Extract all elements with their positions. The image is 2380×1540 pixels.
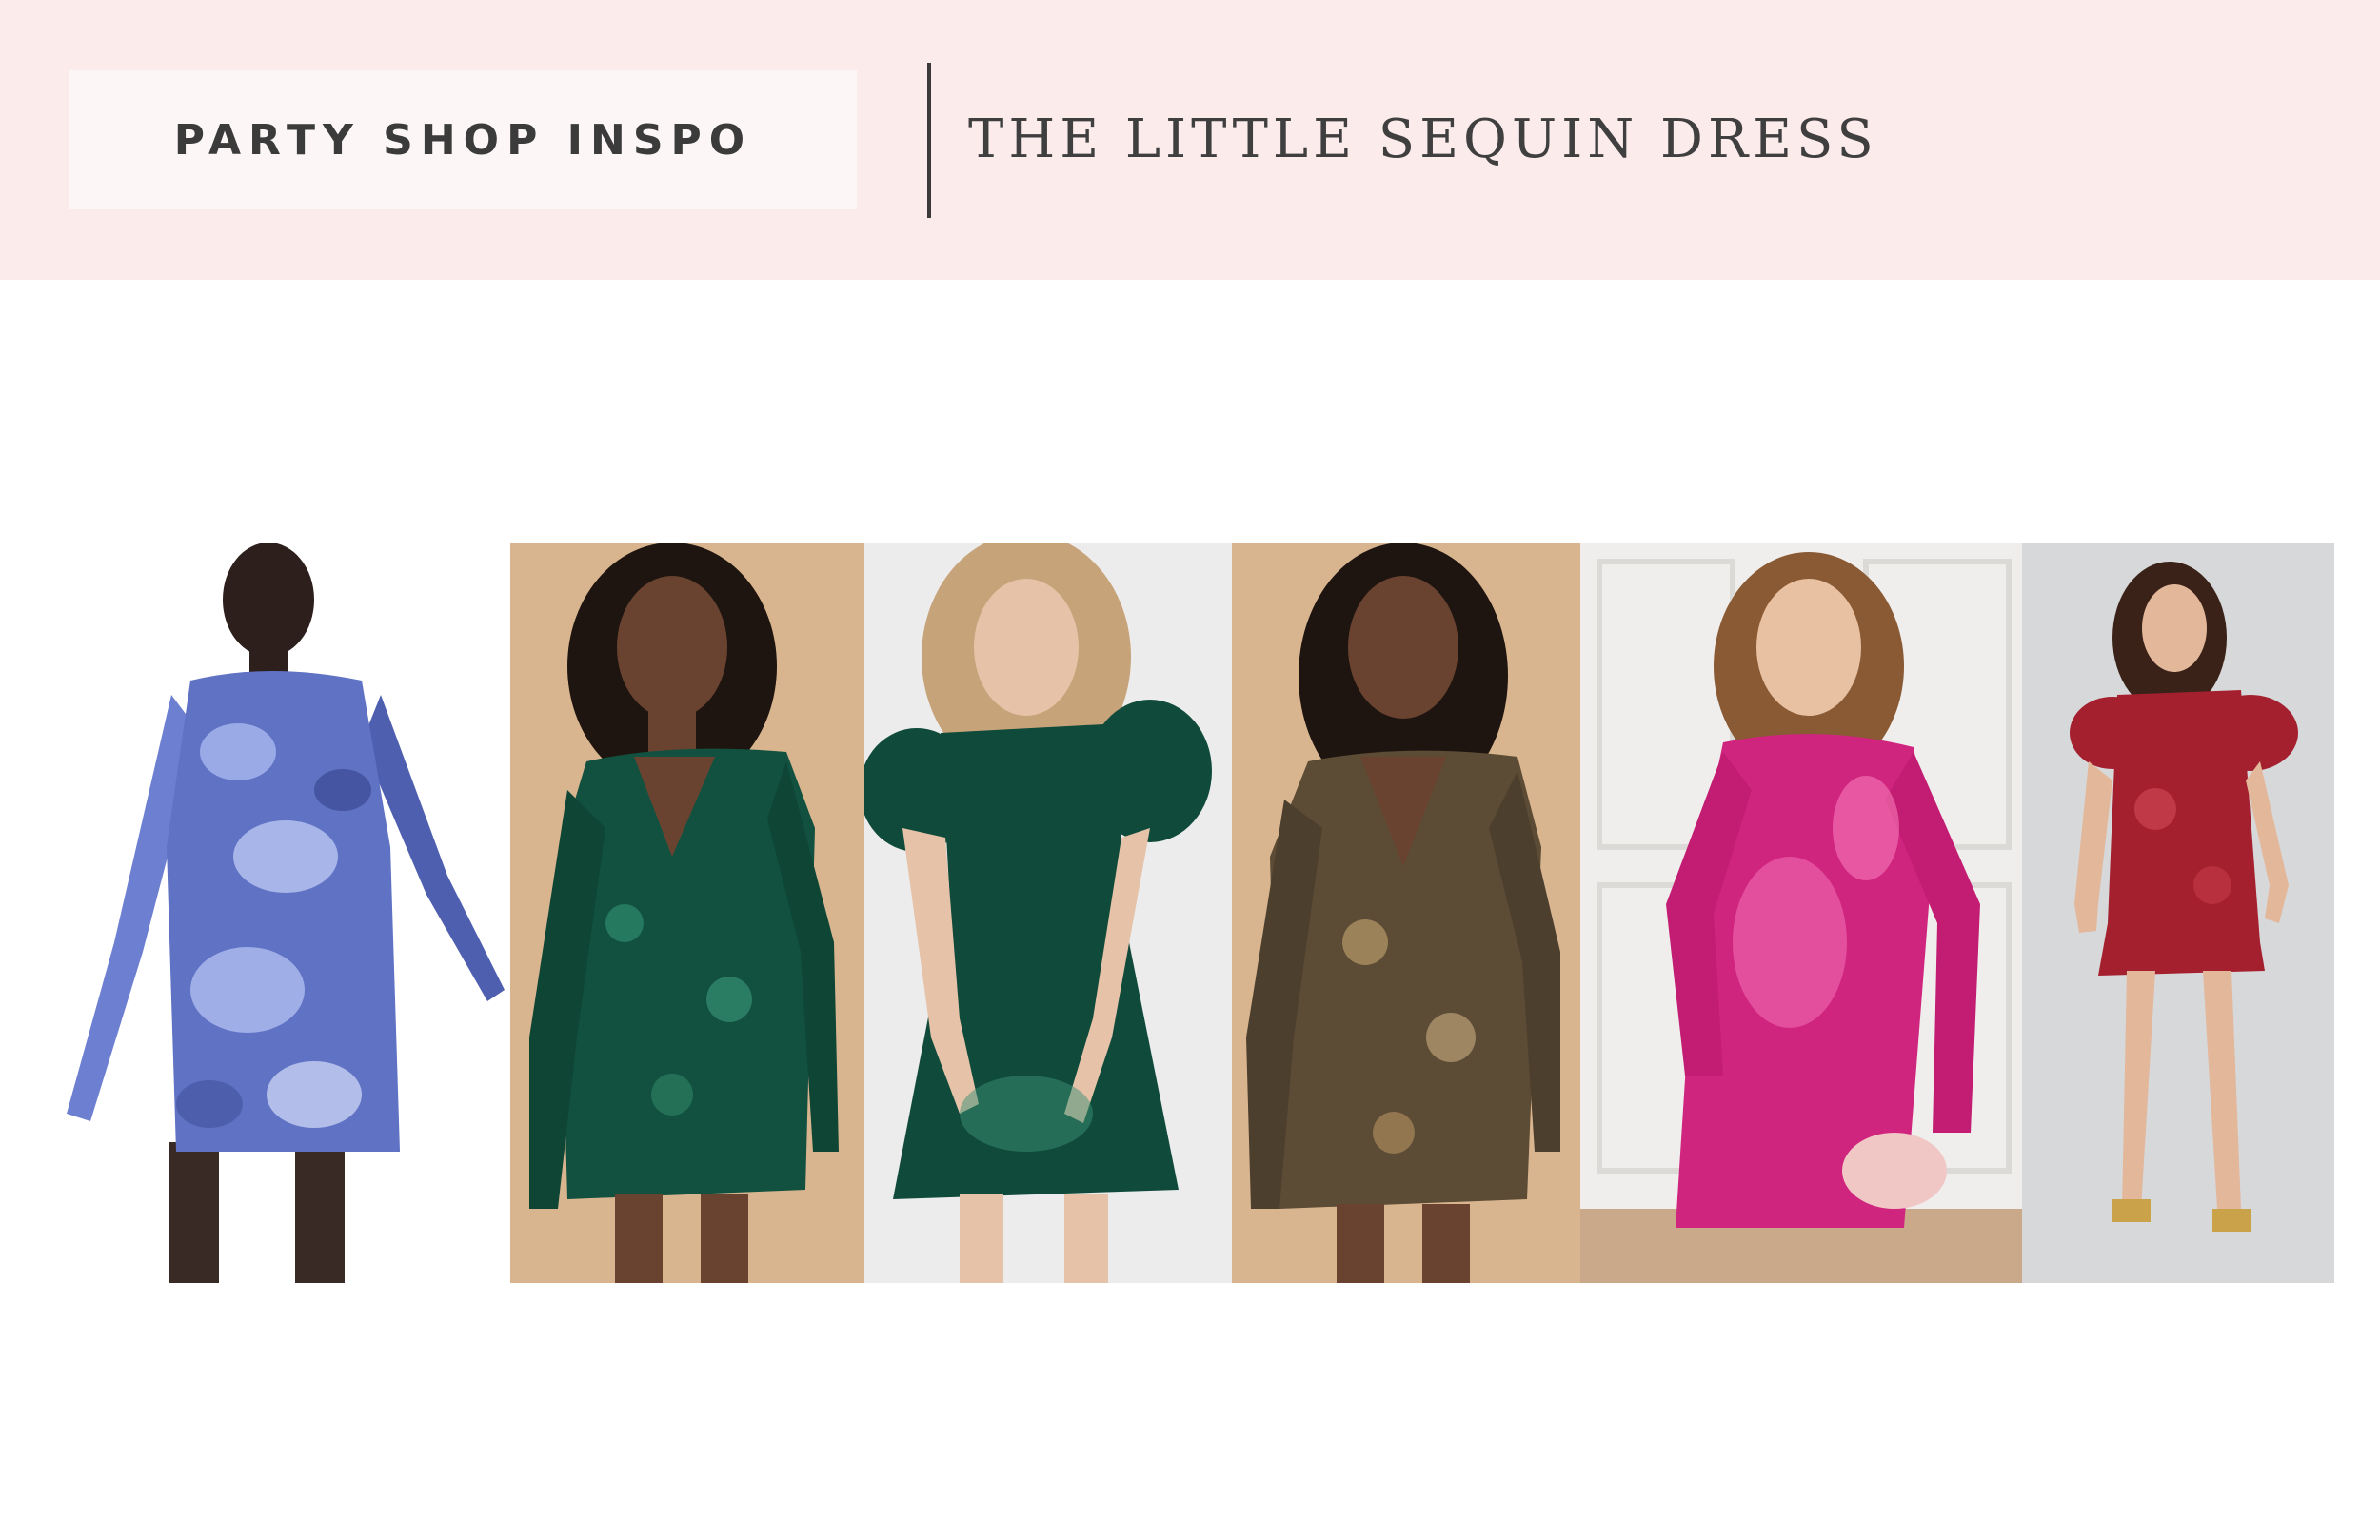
dress-gallery — [0, 543, 2380, 1283]
blue-sequin-dress-photo — [0, 543, 510, 1283]
pink-sequin-dress-photo — [1580, 543, 2022, 1283]
section-label: PARTY SHOP INSPO — [173, 115, 753, 165]
emerald-vneck-sequin-dress-photo — [510, 543, 864, 1283]
section-label-box: PARTY SHOP INSPO — [69, 70, 857, 209]
green-puff-sleeve-sequin-dress-photo — [864, 543, 1232, 1283]
header-divider — [927, 63, 931, 218]
gold-vneck-sequin-dress-photo — [1232, 543, 1580, 1283]
page-title: THE LITTLE SEQUIN DRESS — [968, 109, 1878, 170]
red-sequin-dress-photo — [2022, 543, 2334, 1283]
